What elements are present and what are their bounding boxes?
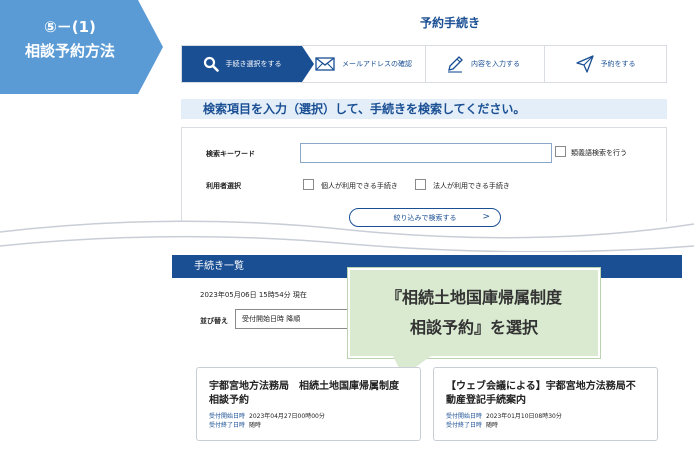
card-title: 宇都宮地方法務局 相続土地国庫帰属制度 相談予約: [209, 381, 409, 406]
step-make-reservation: 予約をする: [544, 46, 666, 82]
step-label: 手続き選択をする: [225, 60, 282, 68]
envelope-icon: [315, 57, 335, 71]
step-label: 内容を入力する: [471, 60, 520, 68]
step-badge: ⑤－(1) 相談予約方法: [0, 0, 165, 94]
badge-text: ⑤－(1) 相談予約方法: [0, 16, 140, 61]
synonym-checkbox-label: 類義語検索を行う: [571, 149, 627, 157]
procedure-card-land-consultation[interactable]: 宇都宮地方法務局 相続土地国庫帰属制度 相談予約 受付開始日時 2023年04月2…: [196, 367, 421, 441]
search-instructions: 検索項目を入力（選択）して、手続きを検索してください。: [181, 99, 667, 119]
instruction-callout: [348, 268, 600, 358]
start-key: 受付開始日時: [446, 413, 483, 420]
user-type-label: 利用者選択: [206, 182, 241, 190]
step-enter-details: 内容を入力する: [425, 46, 540, 82]
corporate-checkbox-label: 法人が利用できる手続き: [433, 182, 510, 190]
callout-text-line1: 『相続土地国庫帰属制度: [385, 288, 562, 307]
keyword-input[interactable]: [300, 143, 552, 163]
card-meta: 受付開始日時 2023年01月10日08時30分 受付終了日時 随時: [446, 412, 645, 430]
synonym-checkbox[interactable]: [555, 146, 566, 157]
procedure-card-web-registration[interactable]: 【ウェブ会議による】宇都宮地方法務局不動産登記手続案内 受付開始日時 2023年0…: [433, 367, 658, 441]
step-confirm-email: メールアドレスの確認: [306, 46, 421, 82]
card-meta: 受付開始日時 2023年04月27日00時00分 受付終了日時 随時: [209, 412, 408, 430]
step-label: 予約をする: [600, 60, 636, 68]
sort-select[interactable]: 受付開始日時 降順: [235, 309, 355, 329]
individual-checkbox[interactable]: [303, 179, 314, 190]
pencil-icon: [448, 56, 463, 73]
badge-number: ⑤－(1): [44, 18, 96, 36]
badge-title: 相談予約方法: [24, 42, 115, 60]
page-title: 予約手続き: [419, 16, 480, 30]
start-key: 受付開始日時: [209, 413, 246, 420]
progress-stepper: 手続き選択をする メールアドレスの確認 内容を入力する 予約をする: [181, 45, 667, 83]
step-label: メールアドレスの確認: [342, 60, 412, 68]
search-form: 検索キーワード 類義語検索を行う 利用者選択 個人が利用できる手続き 法人が利用…: [181, 127, 667, 227]
end-value: 随時: [249, 422, 262, 429]
corporate-checkbox[interactable]: [415, 179, 426, 190]
search-icon: [203, 56, 219, 72]
individual-checkbox-label: 個人が利用できる手続き: [321, 182, 398, 190]
page-break-wave: [0, 220, 694, 252]
send-icon: [575, 55, 594, 73]
card-title: 【ウェブ会議による】宇都宮地方法務局不動産登記手続案内: [446, 381, 636, 406]
end-value: 随時: [486, 422, 499, 429]
start-value: 2023年04月27日00時00分: [249, 413, 325, 420]
step-select-procedure: 手続き選択をする: [182, 46, 314, 82]
start-value: 2023年01月10日08時30分: [486, 413, 562, 420]
end-key: 受付終了日時: [209, 422, 246, 429]
callout-text-line2: 相談予約』を選択: [409, 318, 538, 337]
list-timestamp: 2023年05月06日 15時54分 現在: [200, 291, 307, 299]
sort-label: 並び替え: [200, 317, 228, 325]
end-key: 受付終了日時: [446, 422, 483, 429]
keyword-label: 検索キーワード: [206, 150, 255, 158]
